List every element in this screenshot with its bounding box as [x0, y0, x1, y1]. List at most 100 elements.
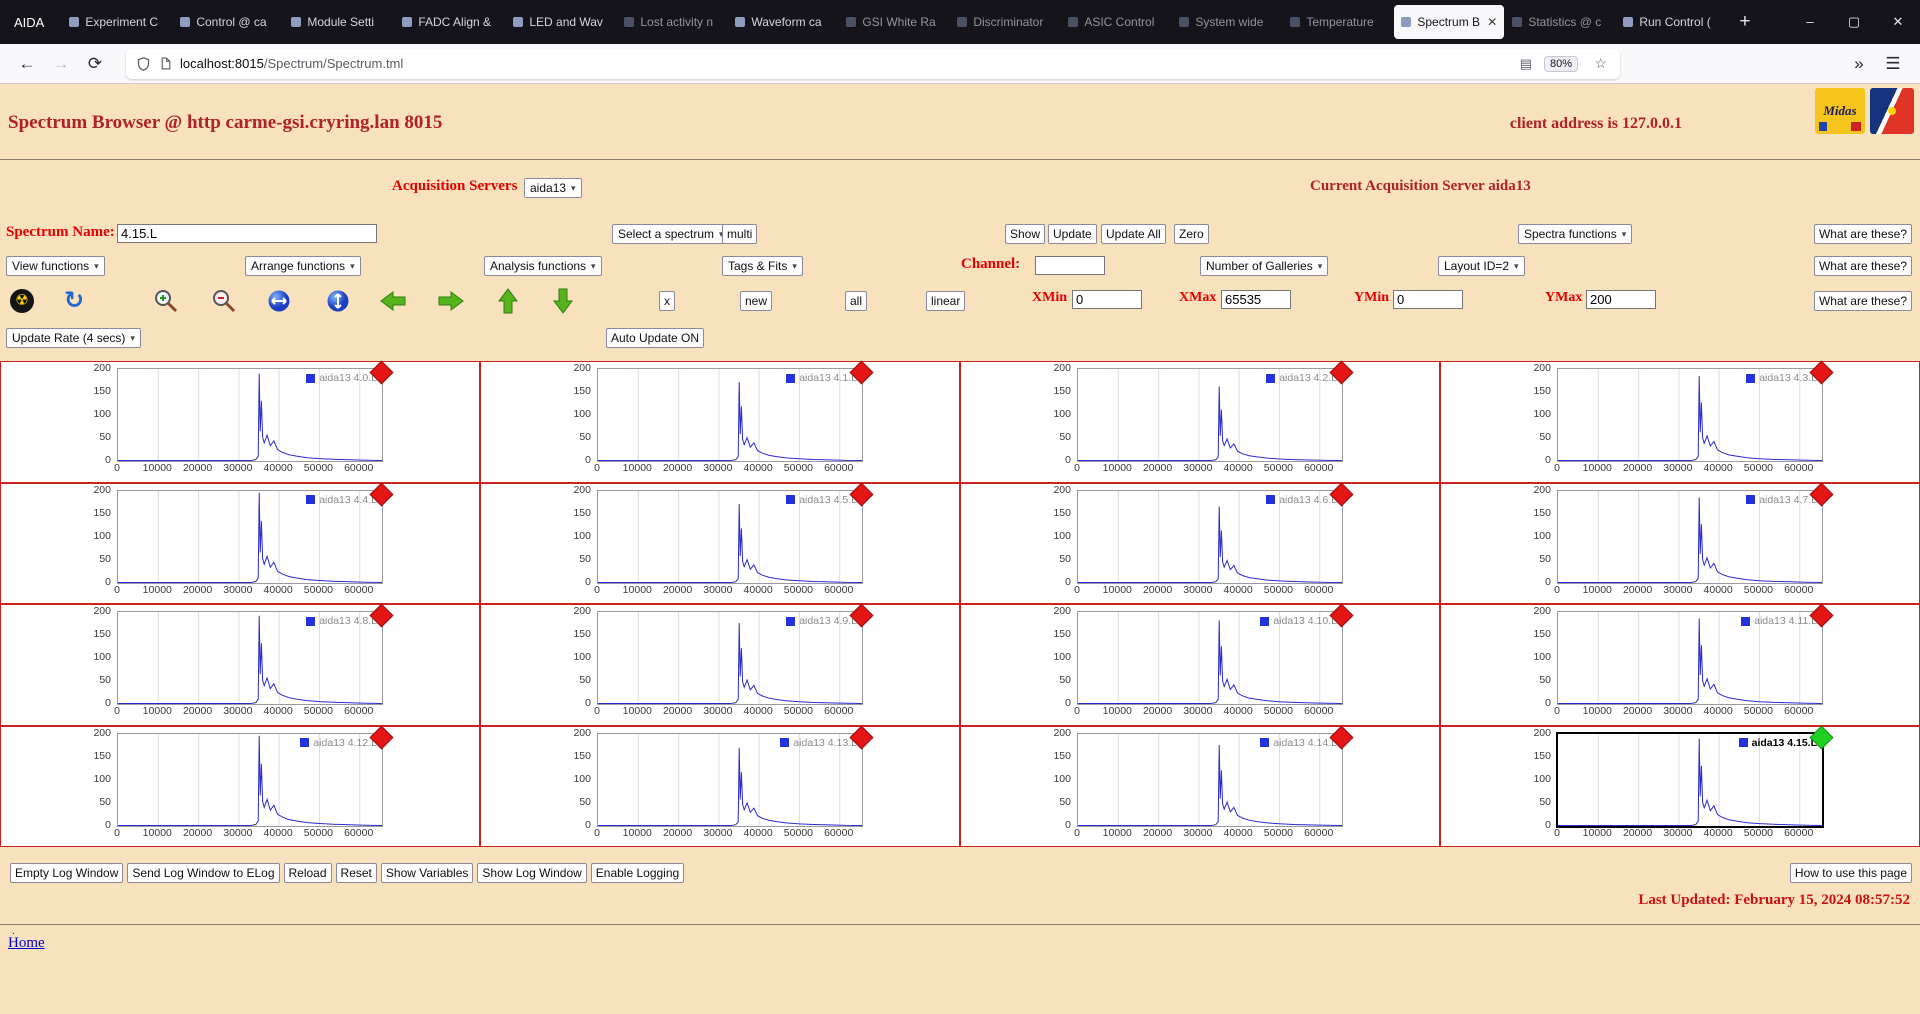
- spectrum-plot-cell[interactable]: 0 50 100 150 200 0 10000 20000 30000 40000 50000 60…: [960, 724, 1440, 847]
- send-log-to-elog-button[interactable]: Send Log Window to ELog: [127, 863, 280, 883]
- enable-logging-button[interactable]: Enable Logging: [590, 863, 685, 883]
- update-button[interactable]: Update: [1048, 224, 1097, 244]
- spectrum-plot-cell[interactable]: 0 50 100 150 200 0 10000 20000 30000 40000 50000 60…: [0, 481, 480, 604]
- browser-tab[interactable]: System wide: [1172, 5, 1282, 39]
- auto-update-button[interactable]: Auto Update ON: [606, 328, 705, 348]
- shift-up-icon[interactable]: [498, 288, 518, 314]
- shift-down-icon[interactable]: [553, 288, 573, 314]
- analysis-functions-dropdown[interactable]: Analysis functions: [484, 256, 602, 276]
- maximize-button[interactable]: ▢: [1832, 14, 1876, 30]
- xmax-input[interactable]: [1221, 290, 1291, 309]
- browser-tab[interactable]: Spectrum B ✕: [1394, 5, 1505, 39]
- spectrum-plot-cell[interactable]: 0 50 100 150 200 0 10000 20000 30000 40000 50000 60…: [1440, 481, 1920, 604]
- browser-tab[interactable]: Statistics @ c: [1505, 5, 1615, 39]
- bookmark-star-icon[interactable]: ☆: [1594, 55, 1607, 72]
- unzoom-x-icon[interactable]: [267, 289, 291, 313]
- spectrum-plot-cell[interactable]: 0 50 100 150 200 0 10000 20000 30000 40000 50000 60…: [1440, 724, 1920, 847]
- show-variables-button[interactable]: Show Variables: [380, 863, 474, 883]
- reload-page-button[interactable]: Reload: [283, 863, 332, 883]
- browser-tab[interactable]: FADC Align &: [395, 5, 505, 39]
- acquisition-server-select[interactable]: aida13: [524, 178, 582, 198]
- all-button[interactable]: all: [845, 291, 868, 311]
- show-button[interactable]: Show: [1005, 224, 1046, 244]
- url-text[interactable]: localhost:8015/Spectrum/Spectrum.tml: [180, 56, 403, 71]
- multi-button[interactable]: multi: [722, 224, 758, 244]
- spectrum-plot-cell[interactable]: 0 50 100 150 200 0 10000 20000 30000 40000 50000 60…: [480, 481, 960, 604]
- show-log-window-button[interactable]: Show Log Window: [477, 863, 587, 883]
- update-all-button[interactable]: Update All: [1101, 224, 1166, 244]
- refresh-icon[interactable]: ↻: [64, 288, 84, 312]
- spectrum-plot-cell[interactable]: 0 50 100 150 200 0 10000 20000 30000 40000 50000 60…: [960, 603, 1440, 726]
- spectrum-plot-cell[interactable]: 0 50 100 150 200 0 10000 20000 30000 40000 50000 60…: [960, 360, 1440, 483]
- update-rate-dropdown[interactable]: Update Rate (4 secs): [6, 328, 141, 348]
- spectrum-name-input[interactable]: [117, 224, 377, 243]
- spectrum-plot-cell[interactable]: 0 50 100 150 200 0 10000 20000 30000 40000 50000 60…: [0, 724, 480, 847]
- browser-tab[interactable]: Module Setti: [284, 5, 394, 39]
- shift-left-icon[interactable]: [380, 291, 406, 311]
- zero-button[interactable]: Zero: [1174, 224, 1209, 244]
- layout-id-dropdown[interactable]: Layout ID=2: [1438, 256, 1525, 276]
- what-are-these-button-3[interactable]: What are these?: [1813, 291, 1912, 311]
- spectra-functions-dropdown[interactable]: Spectra functions: [1518, 224, 1633, 244]
- reload-button[interactable]: ⟳: [80, 54, 110, 74]
- site-info-icon[interactable]: [159, 56, 172, 71]
- browser-tab[interactable]: GSI White Ra: [839, 5, 949, 39]
- spectrum-plot-cell[interactable]: 0 50 100 150 200 0 10000 20000 30000 40000 50000 60…: [1440, 603, 1920, 726]
- number-of-galleries-dropdown[interactable]: Number of Galleries: [1200, 256, 1329, 276]
- reset-button[interactable]: Reset: [335, 863, 377, 883]
- browser-tab[interactable]: ASIC Control: [1061, 5, 1171, 39]
- linear-button[interactable]: linear: [926, 291, 966, 311]
- minimize-button[interactable]: –: [1788, 14, 1832, 30]
- url-bar[interactable]: localhost:8015/Spectrum/Spectrum.tml ▤ 8…: [126, 48, 1620, 79]
- new-button[interactable]: new: [740, 291, 773, 311]
- x-axis-button[interactable]: x: [659, 291, 675, 311]
- browser-tab[interactable]: Run Control (: [1616, 5, 1726, 39]
- browser-tab[interactable]: Experiment C: [62, 5, 172, 39]
- ymin-input[interactable]: [1393, 290, 1463, 309]
- new-tab-button[interactable]: +: [1727, 11, 1762, 33]
- spectrum-plot-cell[interactable]: 0 50 100 150 200 0 10000 20000 30000 40000 50000 60…: [0, 360, 480, 483]
- browser-tab[interactable]: LED and Wav: [506, 5, 616, 39]
- reader-mode-icon[interactable]: ▤: [1520, 56, 1532, 72]
- home-link[interactable]: Home: [8, 935, 45, 952]
- legend-marker: [306, 495, 316, 504]
- what-are-these-button-2[interactable]: What are these?: [1813, 256, 1912, 276]
- browser-tab[interactable]: Waveform ca: [728, 5, 838, 39]
- arrange-functions-dropdown[interactable]: Arrange functions: [245, 256, 361, 276]
- channel-input[interactable]: [1035, 256, 1105, 275]
- unzoom-y-icon[interactable]: [326, 289, 350, 313]
- spectrum-plot-cell[interactable]: 0 50 100 150 200 0 10000 20000 30000 40000 50000 60…: [480, 603, 960, 726]
- empty-log-window-button[interactable]: Empty Log Window: [10, 863, 124, 883]
- zoom-out-icon[interactable]: [211, 288, 237, 314]
- spectrum-plot-cell[interactable]: 0 50 100 150 200 0 10000 20000 30000 40000 50000 60…: [1440, 360, 1920, 483]
- page-title: Spectrum Browser @ http carme-gsi.cryrin…: [8, 112, 443, 133]
- xmin-input[interactable]: [1072, 290, 1142, 309]
- spectrum-plot-cell[interactable]: 0 50 100 150 200 0 10000 20000 30000 40000 50000 60…: [960, 481, 1440, 604]
- ymax-input[interactable]: [1586, 290, 1656, 309]
- zoom-in-icon[interactable]: [153, 288, 179, 314]
- zoom-level-badge[interactable]: 80%: [1543, 55, 1578, 72]
- shield-icon[interactable]: [136, 56, 151, 72]
- plot-frame: aida13 4.10.L: [1077, 603, 1354, 705]
- browser-tab[interactable]: Discriminator: [950, 5, 1060, 39]
- spectrum-plot-cell[interactable]: 0 50 100 150 200 0 10000 20000 30000 40000 50000 60…: [480, 724, 960, 847]
- select-spectrum-dropdown[interactable]: Select a spectrum: [612, 224, 730, 244]
- browser-tab[interactable]: Control @ ca: [173, 5, 283, 39]
- spectrum-plot-cell[interactable]: 0 50 100 150 200 0 10000 20000 30000 40000 50000 60…: [0, 603, 480, 726]
- what-are-these-button-1[interactable]: What are these?: [1813, 224, 1912, 244]
- view-functions-dropdown[interactable]: View functions: [6, 256, 105, 276]
- browser-tab[interactable]: Temperature: [1283, 5, 1393, 39]
- acquisition-servers-label: Acquisition Servers: [392, 178, 518, 194]
- close-window-button[interactable]: ✕: [1876, 14, 1920, 30]
- tags-fits-dropdown[interactable]: Tags & Fits: [722, 256, 803, 276]
- forward-button[interactable]: →: [46, 54, 76, 74]
- spectrum-plot-cell[interactable]: 0 50 100 150 200 0 10000 20000 30000 40000 50000 60…: [480, 360, 960, 483]
- shift-right-icon[interactable]: [438, 291, 464, 311]
- tab-close-icon[interactable]: ✕: [1487, 15, 1497, 29]
- overflow-menu-icon[interactable]: »: [1844, 54, 1874, 74]
- radiation-icon[interactable]: ☢: [10, 289, 34, 313]
- browser-tab[interactable]: Lost activity n: [617, 5, 727, 39]
- hamburger-menu-icon[interactable]: ☰: [1878, 54, 1908, 74]
- how-to-use-button[interactable]: How to use this page: [1789, 863, 1912, 883]
- back-button[interactable]: ←: [12, 54, 42, 74]
